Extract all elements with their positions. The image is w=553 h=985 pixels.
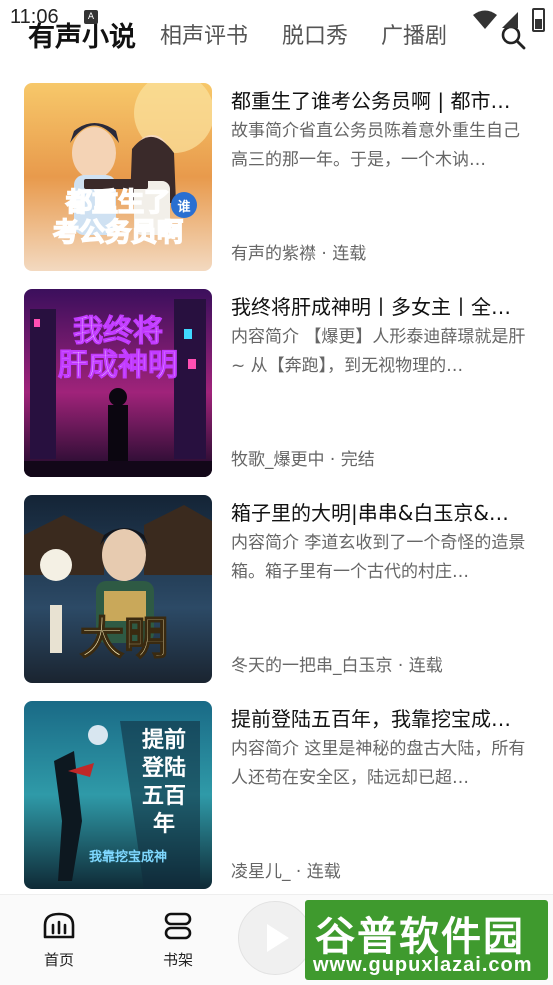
battery-icon: [532, 8, 545, 32]
watermark-logo: 谷普软件园 www.gupuxlazai.com: [305, 900, 548, 980]
category-tabs: 有声小说 相声评书 脱口秀 广播剧: [0, 18, 553, 62]
svg-text:大明: 大明: [80, 613, 168, 664]
nav-bookshelf[interactable]: 书架: [148, 911, 208, 970]
nav-home[interactable]: 首页: [29, 911, 89, 970]
nav-bookshelf-label: 书架: [162, 951, 193, 969]
list-item[interactable]: 我终将 肝成神明 我终将肝成神明丨多女主丨全… 内容简介 【爆更】人形泰迪薛璟就…: [24, 289, 534, 477]
book-title[interactable]: 箱子里的大明|串串&白玉京&…: [231, 497, 527, 526]
status-time: 11:06: [10, 6, 59, 28]
book-description: 内容简介 【爆更】人形泰迪薛璟就是肝~ 从【奔跑】，到无视物理的…: [231, 327, 526, 376]
bookshelf-icon: [164, 912, 192, 940]
svg-text:肝成神明: 肝成神明: [58, 348, 178, 383]
notification-icon: A: [84, 10, 98, 24]
book-description: 内容简介 李道玄收到了一个奇怪的造景箱。箱子里有一个古代的村庄…: [231, 533, 526, 582]
book-description: 故事简介省直公务员陈着意外重生自己高三的那一年。于是，一个木讷…: [231, 121, 520, 170]
svg-text:我终将: 我终将: [73, 314, 163, 349]
list-item[interactable]: 提前 登陆 五百 年 我靠挖宝成神 提前登陆五百年，我靠挖宝成… 内容简介 这里…: [24, 701, 534, 889]
book-cover[interactable]: 都重生了 考公务员啊 谁: [24, 83, 212, 271]
book-meta: 牧歌_爆更中 · 完结: [231, 450, 375, 470]
book-meta: 凌星儿_ · 连载: [231, 862, 341, 882]
book-cover[interactable]: 大明: [24, 495, 212, 683]
tab-crosstalk[interactable]: 相声评书: [160, 18, 248, 50]
book-title[interactable]: 提前登陆五百年，我靠挖宝成…: [231, 703, 527, 732]
svg-text:年: 年: [153, 811, 175, 837]
svg-text:谁: 谁: [177, 199, 190, 215]
signal-icon: [502, 12, 518, 28]
book-title[interactable]: 我终将肝成神明丨多女主丨全…: [231, 291, 527, 320]
book-title[interactable]: 都重生了谁考公务员啊 | 都市…: [231, 85, 527, 114]
list-item[interactable]: 都重生了 考公务员啊 谁 都重生了谁考公务员啊 | 都市… 故事简介省直公务员陈…: [24, 83, 534, 271]
svg-text:都重生了: 都重生了: [65, 188, 170, 218]
book-cover[interactable]: 我终将 肝成神明: [24, 289, 212, 477]
book-meta: 有声的紫襟 · 连载: [231, 244, 367, 264]
book-meta: 冬天的一把串_白玉京 · 连载: [231, 656, 443, 676]
list-item[interactable]: 大明 箱子里的大明|串串&白玉京&… 内容简介 李道玄收到了一个奇怪的造景箱。箱…: [24, 495, 534, 683]
wifi-icon: [473, 10, 497, 29]
svg-text:考公务员啊: 考公务员啊: [53, 218, 183, 248]
book-cover[interactable]: 提前 登陆 五百 年 我靠挖宝成神: [24, 701, 212, 889]
svg-text:五百: 五百: [142, 784, 186, 809]
home-icon: [43, 912, 75, 939]
svg-text:提前: 提前: [142, 727, 186, 753]
nav-home-label: 首页: [43, 951, 74, 969]
svg-text:我靠挖宝成神: 我靠挖宝成神: [89, 849, 167, 865]
tab-radio-drama[interactable]: 广播剧: [381, 18, 447, 50]
play-button[interactable]: [238, 901, 312, 975]
tab-talk-show[interactable]: 脱口秀: [282, 18, 348, 50]
watermark-url: www.gupuxlazai.com: [313, 954, 533, 976]
svg-text:登陆: 登陆: [141, 756, 186, 781]
book-description: 内容简介 这里是神秘的盘古大陆，所有人还苟在安全区，陆远却已超…: [231, 739, 526, 788]
